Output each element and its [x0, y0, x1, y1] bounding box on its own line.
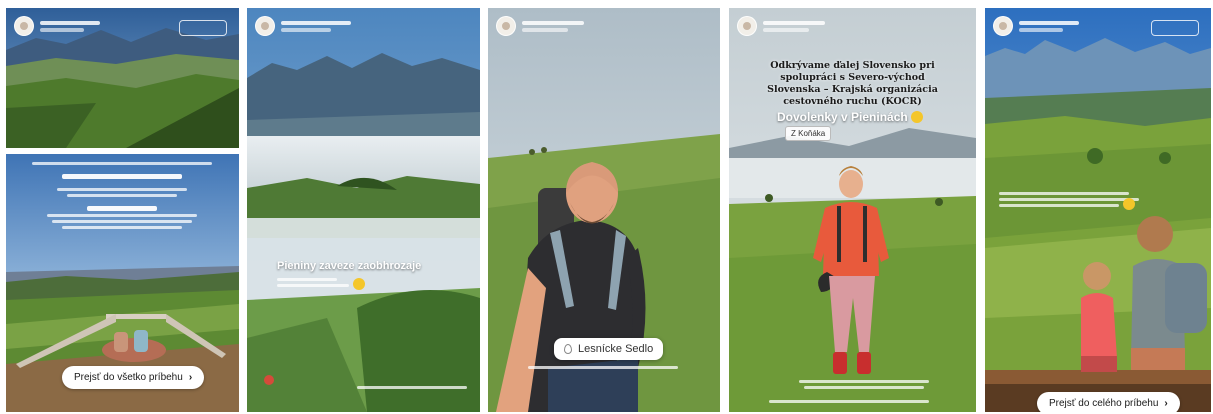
story-4-subtitle: Dovolenky v Pieninách [777, 110, 923, 124]
avatar [255, 16, 275, 36]
misty-valley-image [247, 8, 480, 412]
location-label: Lesnícke Sedlo [578, 343, 654, 355]
open-full-story-label: Prejsť do všetko príbehu [74, 372, 183, 383]
story-1-header [14, 16, 100, 36]
story-5-overlay-text [999, 192, 1139, 210]
story-panel-2[interactable]: Pieniny zaveze zaobhrozaje [247, 8, 480, 412]
story-1-overlay-text [22, 162, 222, 229]
location-sticker[interactable]: Lesnícke Sedlo [554, 338, 664, 360]
avatar [737, 16, 757, 36]
story-4-caption [799, 380, 929, 389]
avatar [993, 16, 1013, 36]
story-3-header [496, 16, 584, 36]
sun-emoji-icon [1123, 198, 1135, 210]
open-full-story-button[interactable]: Prejsť do všetko príbehu › [62, 366, 205, 389]
story-panel-1[interactable]: Prejsť do všetko príbehu › [6, 8, 239, 412]
story-2-footer-text [357, 386, 467, 389]
story-2-header [255, 16, 351, 36]
story-1-top-image [6, 8, 239, 148]
story-5-header-pill[interactable] [1151, 20, 1199, 36]
story-panel-4[interactable]: Odkrývame ďalej Slovensko pri spolupráci… [729, 8, 976, 412]
open-full-story-label: Prejsť do celého príbehu [1049, 398, 1159, 409]
avatar [496, 16, 516, 36]
map-pin-icon [564, 344, 572, 354]
story-5-header [993, 16, 1079, 36]
open-full-story-button[interactable]: Prejsť do celého príbehu › [1037, 392, 1180, 412]
sun-emoji-icon [353, 278, 365, 290]
story-1-header-pill[interactable] [179, 20, 227, 36]
story-4-header [737, 16, 825, 36]
story-panel-5[interactable]: Prejsť do celého príbehu › [985, 8, 1211, 412]
story-2-caption [277, 278, 365, 290]
mountain-view-image [985, 8, 1211, 412]
chevron-right-icon: › [1164, 398, 1168, 409]
story-panel-3[interactable]: Lesnícke Sedlo [488, 8, 720, 412]
sun-emoji-icon [910, 111, 923, 123]
chevron-right-icon: › [188, 372, 193, 383]
story-3-footer-text [528, 366, 678, 369]
story-4-title: Odkrývame ďalej Slovensko pri spolupráci… [767, 60, 938, 107]
story-2-title: Pieniny zaveze zaobhrozaje [277, 260, 422, 272]
story-1-bottom-image: Prejsť do všetko príbehu › [6, 154, 239, 412]
avatar [14, 16, 34, 36]
story-4-footer-text [769, 400, 929, 403]
story-4-tag[interactable]: Z Koňáka [785, 126, 832, 141]
